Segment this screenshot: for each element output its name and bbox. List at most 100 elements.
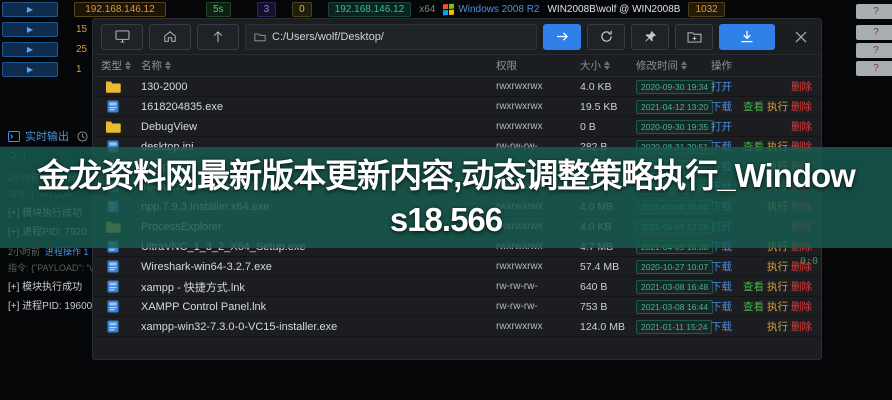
arrow-right-icon: [556, 31, 569, 42]
host-ip-partial: 1: [76, 64, 82, 75]
action-delete-button[interactable]: 删除: [791, 119, 815, 134]
banner-text-line1: 金龙资料网最新版本更新内容,动态调整策略执行_Window: [37, 154, 855, 198]
action-download-button[interactable]: 下载: [711, 319, 743, 334]
action-exec-button[interactable]: 执行: [767, 259, 791, 274]
close-icon: [795, 31, 807, 43]
action-delete-button[interactable]: 删除: [791, 79, 815, 94]
log-entry-result: [+] 进程PID: 19600: [8, 297, 92, 312]
host-row-partial[interactable]: ▶ 25: [0, 40, 92, 58]
folder-plus-icon: [687, 31, 702, 43]
action-exec-button[interactable]: 执行: [767, 299, 791, 314]
action-download-button[interactable]: 下载: [711, 259, 743, 274]
play-button[interactable]: ▶: [2, 22, 58, 37]
host-ip-partial: 25: [76, 44, 87, 55]
action-view-button[interactable]: 查看: [743, 279, 767, 294]
path-input[interactable]: C:/Users/wolf/Desktop/: [245, 24, 537, 50]
help-button[interactable]: ?: [856, 25, 892, 40]
action-exec-button[interactable]: 执行: [767, 99, 791, 114]
action-view-button[interactable]: 查看: [743, 299, 767, 314]
header-mtime[interactable]: 修改时间: [636, 58, 711, 73]
file-name: Wireshark-win64-3.2.7.exe: [141, 261, 496, 273]
file-row[interactable]: DebugViewrwxrwxrwx0 B2020-09-30 19:35打开删…: [93, 117, 821, 137]
home-button[interactable]: [149, 24, 191, 50]
action-open-button[interactable]: 打开: [711, 79, 743, 94]
action-delete-button[interactable]: 删除: [791, 99, 815, 114]
banner-overlay: 金龙资料网最新版本更新内容,动态调整策略执行_Window s18.566: [0, 147, 892, 248]
file-icon: [105, 300, 121, 313]
header-type[interactable]: 类型: [101, 58, 141, 73]
file-type-cell: [101, 300, 141, 313]
banner-text-line2: s18.566: [390, 198, 502, 242]
action-slot: [743, 259, 767, 274]
refresh-icon: [600, 30, 613, 43]
host-row-partial[interactable]: ▶1: [0, 60, 92, 78]
file-size: 124.0 MB: [580, 321, 636, 333]
clock-icon[interactable]: [77, 131, 88, 142]
tab-realtime-output-label: 实时输出: [25, 128, 69, 144]
file-permissions: rw-rw-rw-: [496, 281, 580, 292]
play-button[interactable]: ▶: [2, 2, 58, 17]
play-button[interactable]: ▶: [2, 62, 58, 77]
file-type-cell: [101, 100, 141, 113]
action-download-button[interactable]: 下载: [711, 299, 743, 314]
new-folder-button[interactable]: [675, 24, 713, 50]
host-row-partial[interactable]: ▶ 15: [0, 20, 92, 38]
file-name: XAMPP Control Panel.lnk: [141, 301, 496, 313]
file-actions: 下载查看执行删除: [711, 99, 821, 114]
file-row[interactable]: 1618204835.exerwxrwxrwx19.5 KB2021-04-12…: [93, 97, 821, 117]
file-size: 640 B: [580, 281, 636, 293]
file-actions: 下载 执行删除: [711, 319, 821, 334]
file-mtime-chip: 2021-01-11 15:24: [636, 320, 712, 334]
log-entry-action[interactable]: 进程操作 1: [45, 247, 89, 257]
action-download-button[interactable]: 下载: [711, 279, 743, 294]
refresh-button[interactable]: [587, 24, 625, 50]
file-type-cell: [101, 80, 141, 93]
file-row[interactable]: Wireshark-win64-3.2.7.exerwxrwxrwx57.4 M…: [93, 257, 821, 277]
file-icon: [105, 280, 121, 293]
host-os: Windows 2008 R2: [458, 4, 539, 15]
terminal-icon: [8, 131, 20, 142]
file-row[interactable]: xampp - 快捷方式.lnkrw-rw-rw-640 B2021-03-08…: [93, 277, 821, 297]
header-operations: 操作: [711, 58, 821, 73]
file-row[interactable]: 130-2000rwxrwxrwx4.0 KB2020-09-30 19:34打…: [93, 77, 821, 97]
action-exec-button[interactable]: 执行: [767, 319, 791, 334]
file-mtime-chip: 2021-03-08 16:44: [636, 300, 713, 314]
host-port: 1032: [688, 2, 724, 17]
go-button[interactable]: [543, 24, 581, 50]
file-table-header: 类型 名称 权限 大小 修改时间 操作: [93, 55, 821, 77]
help-button[interactable]: ?: [856, 61, 892, 76]
upload-icon: [740, 30, 754, 43]
action-download-button[interactable]: 下载: [711, 99, 743, 114]
host-row[interactable]: ▶ 192.168.146.12 5s 3 0 192.168.146.12 x…: [0, 0, 892, 18]
file-type-cell: [101, 120, 141, 133]
header-name[interactable]: 名称: [141, 58, 496, 73]
action-slot: [767, 79, 791, 94]
action-open-button[interactable]: 打开: [711, 119, 743, 134]
file-permissions: rwxrwxrwx: [496, 101, 580, 112]
file-row[interactable]: XAMPP Control Panel.lnkrw-rw-rw-753 B202…: [93, 297, 821, 317]
help-button[interactable]: ?: [856, 43, 892, 58]
up-directory-button[interactable]: [197, 24, 239, 50]
host-ip-partial: 15: [76, 24, 87, 35]
file-row[interactable]: xampp-win32-7.3.0-0-VC15-installer.exerw…: [93, 317, 821, 337]
help-button[interactable]: ?: [856, 4, 892, 19]
folder-icon: [105, 120, 121, 133]
upload-button[interactable]: [719, 24, 775, 50]
file-mtime: 2021-03-08 16:48: [636, 280, 711, 294]
action-view-button[interactable]: 查看: [743, 99, 767, 114]
close-button[interactable]: [795, 31, 807, 43]
host-ip: 192.168.146.12: [74, 2, 166, 17]
action-exec-button[interactable]: 执行: [767, 279, 791, 294]
path-value: C:/Users/wolf/Desktop/: [272, 31, 384, 43]
play-button[interactable]: ▶: [2, 42, 58, 57]
file-icon: [105, 320, 121, 333]
action-delete-button[interactable]: 删除: [791, 319, 815, 334]
action-delete-button[interactable]: 删除: [791, 279, 815, 294]
stray-console-text: 0:0: [800, 256, 818, 267]
header-size[interactable]: 大小: [580, 58, 636, 73]
desktop-button[interactable]: [101, 24, 143, 50]
folder-path-icon: [254, 32, 266, 42]
tab-realtime-output[interactable]: 实时输出: [0, 126, 92, 146]
pin-button[interactable]: [631, 24, 669, 50]
action-delete-button[interactable]: 删除: [791, 299, 815, 314]
